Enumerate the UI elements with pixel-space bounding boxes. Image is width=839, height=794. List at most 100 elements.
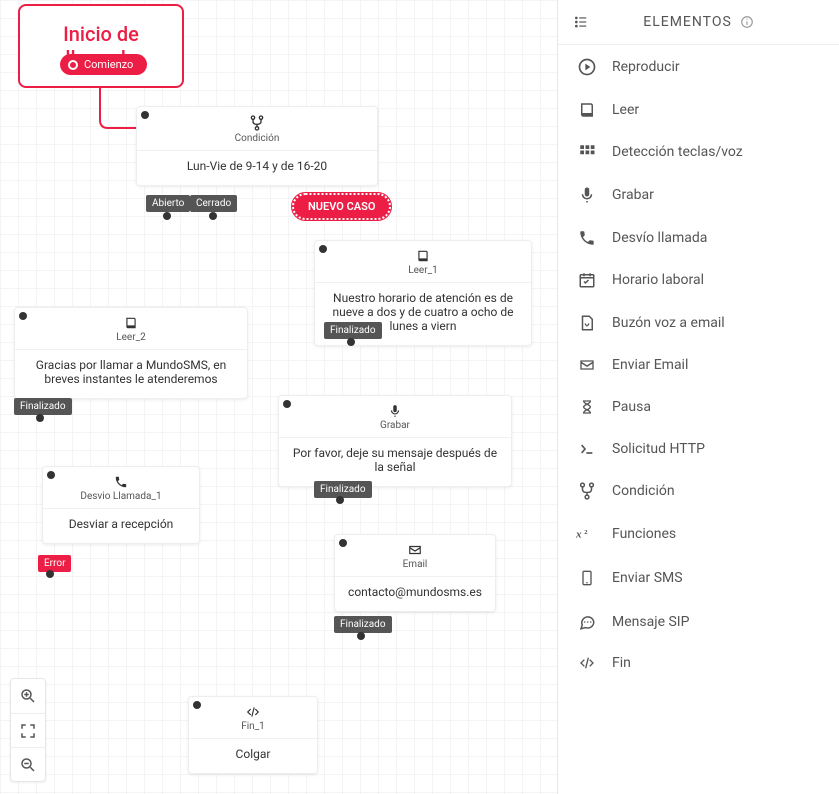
info-icon[interactable] [740,15,754,29]
start-pill[interactable]: Comienzo [60,54,147,75]
element-item-label: Solicitud HTTP [612,441,705,457]
node-title: Leer_2 [15,330,247,349]
node-body: contacto@mundosms.es [335,576,495,611]
element-item[interactable]: Fin [558,643,839,683]
node-grabar[interactable]: Grabar Por favor, deje su mensaje despué… [278,395,512,487]
book-icon [315,241,531,263]
tag-error[interactable]: Error [38,555,71,572]
phone-icon [576,229,598,247]
node-email[interactable]: Email contacto@mundosms.es [334,534,496,612]
element-item[interactable]: Pausa [558,385,839,429]
element-item-label: Detección teclas/voz [612,144,743,160]
book-icon [576,101,598,119]
node-condicion[interactable]: Condición Lun-Vie de 9-14 y de 16-20 [136,106,378,186]
smartphone-icon [576,567,598,589]
element-item-label: Mensaje SIP [612,614,689,630]
elements-list: Reproducir Leer Detección teclas/voz Grabar… [558,45,839,683]
keypad-icon [576,143,598,161]
terminal-icon [576,441,598,457]
node-title: Email [335,557,495,576]
element-item-label: Horario laboral [612,272,704,288]
tag-finalizado[interactable]: Finalizado [314,481,372,498]
tag-finalizado[interactable]: Finalizado [334,616,392,633]
node-body: Colgar [189,738,317,773]
panel-header: ELEMENTOS [558,0,839,45]
microphone-icon [576,185,598,205]
start-pill-label: Comienzo [84,58,133,71]
chat-bubble-icon [576,613,598,631]
list-icon[interactable] [572,15,590,29]
zoom-in-button[interactable] [11,679,45,713]
element-item[interactable]: Grabar [558,173,839,217]
element-item-label: Enviar Email [612,357,688,373]
element-item-label: Enviar SMS [612,570,683,586]
port-out[interactable] [36,414,44,422]
book-icon [15,308,247,330]
port-in[interactable] [283,400,291,408]
node-body: Gracias por llamar a MundoSMS, en breves… [15,349,247,398]
tag-finalizado[interactable]: Finalizado [324,322,382,339]
node-title: Condición [137,131,377,150]
element-item[interactable]: Horario laboral [558,259,839,301]
start-node[interactable]: Inicio de llamada [18,4,184,88]
tag-finalizado[interactable]: Finalizado [14,398,72,415]
ring-icon [68,60,78,70]
port-out[interactable] [357,632,365,640]
port-in[interactable] [47,471,55,479]
port-out[interactable] [163,212,171,220]
fit-screen-button[interactable] [11,713,45,747]
elements-panel: ELEMENTOS Reproducir Leer Detección teclas… [557,0,839,794]
port-in[interactable] [19,312,27,320]
voicemail-file-icon [576,313,598,333]
zoom-controls [10,678,46,782]
element-item-label: Desvío llamada [612,230,707,246]
port-out[interactable] [336,496,344,504]
node-leer2[interactable]: Leer_2 Gracias por llamar a MundoSMS, en… [14,307,248,399]
element-item[interactable]: x2 Funciones [558,513,839,555]
tag-abierto[interactable]: Abierto [146,195,190,212]
port-out[interactable] [46,570,54,578]
port-in[interactable] [141,111,149,119]
code-slash-icon [189,697,317,719]
port-in[interactable] [319,245,327,253]
port-out[interactable] [347,338,355,346]
tag-cerrado[interactable]: Cerrado [190,195,237,212]
element-item-label: Condición [612,483,675,499]
node-title: Desvio Llamada_1 [43,489,199,508]
element-item-label: Funciones [612,526,676,542]
flow-canvas[interactable]: Inicio de llamada Comienzo Condición Lun… [0,0,557,794]
envelope-icon [576,357,598,373]
fx-icon: x2 [576,525,598,543]
envelope-icon [335,535,495,557]
node-fin[interactable]: Fin_1 Colgar [188,696,318,774]
port-in[interactable] [339,539,347,547]
element-item[interactable]: Detección teclas/voz [558,131,839,173]
element-item[interactable]: Enviar SMS [558,555,839,601]
element-item[interactable]: Leer [558,89,839,131]
element-item-label: Buzón voz a email [612,315,725,331]
port-in[interactable] [193,701,201,709]
hourglass-icon [576,397,598,417]
element-item-label: Pausa [612,399,651,415]
element-item[interactable]: Enviar Email [558,345,839,385]
element-item[interactable]: Reproducir [558,45,839,89]
node-title: Fin_1 [189,719,317,738]
branch-icon [576,481,598,501]
node-body: Desviar a recepción [43,508,199,543]
phone-icon [43,467,199,489]
node-title: Grabar [279,418,511,437]
element-item[interactable]: Buzón voz a email [558,301,839,345]
element-item-label: Fin [612,655,631,671]
new-case-pill[interactable]: NUEVO CASO [292,193,391,220]
play-circle-icon [576,57,598,77]
element-item[interactable]: Desvío llamada [558,217,839,259]
element-item[interactable]: Solicitud HTTP [558,429,839,469]
element-item[interactable]: Mensaje SIP [558,601,839,643]
code-slash-icon [576,655,598,671]
element-item-label: Grabar [612,187,654,203]
zoom-out-button[interactable] [11,747,45,781]
element-item-label: Reproducir [612,59,680,75]
node-desvio[interactable]: Desvio Llamada_1 Desviar a recepción [42,466,200,544]
element-item[interactable]: Condición [558,469,839,513]
port-out[interactable] [209,212,217,220]
